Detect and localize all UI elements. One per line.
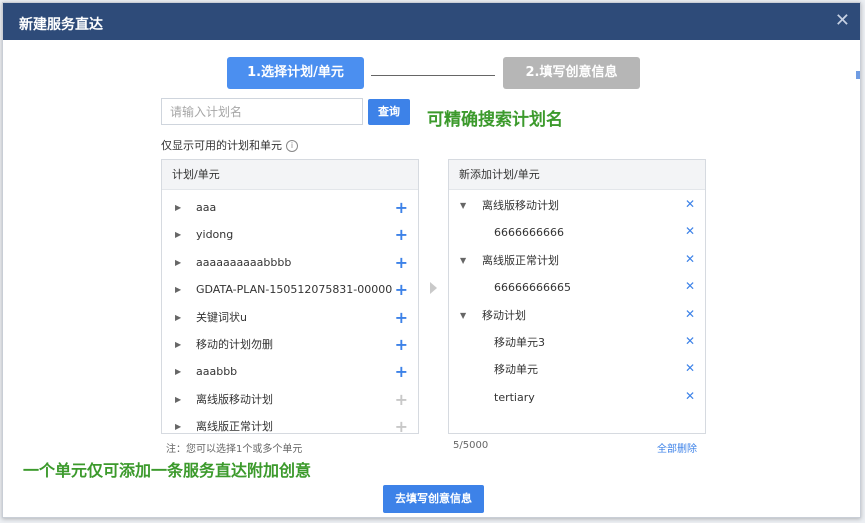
plan-label: aaabbb — [196, 365, 238, 379]
clear-all-link[interactable]: 全部删除 — [657, 440, 697, 455]
expand-arrow-icon[interactable]: ▶ — [175, 331, 181, 358]
added-plan-label: 移动计划 — [482, 308, 526, 322]
added-unit-label: 6666666666 — [494, 226, 564, 240]
search-button[interactable]: 查询 — [368, 99, 410, 125]
selection-note: 注：您可以选择1个或多个单元 — [166, 444, 303, 455]
remove-icon[interactable]: ✕ — [685, 302, 695, 326]
added-unit-item: 移动单元3 ✕ — [449, 331, 705, 358]
expand-arrow-icon[interactable]: ▶ — [175, 304, 181, 331]
expand-arrow-icon[interactable]: ▶ — [175, 413, 181, 433]
added-unit-item: 66666666665 ✕ — [449, 276, 705, 303]
plan-search-input[interactable] — [161, 98, 363, 125]
dialog-title-bar: 新建服务直达 ✕ — [3, 3, 860, 40]
plan-unit-list-panel: 计划/单元 ▶ aaa + ▶ yidong + ▶ aaaaaaaaaabbb… — [161, 159, 419, 434]
add-plus-icon[interactable]: + — [395, 304, 408, 331]
add-plus-icon[interactable]: + — [395, 358, 408, 385]
remove-icon[interactable]: ✕ — [685, 356, 695, 380]
expand-arrow-icon[interactable]: ▶ — [175, 386, 181, 413]
add-plus-icon[interactable]: + — [395, 276, 408, 303]
remove-icon[interactable]: ✕ — [685, 219, 695, 243]
collapse-arrow-icon[interactable]: ▼ — [460, 249, 466, 273]
added-unit-item: tertiary ✕ — [449, 386, 705, 413]
plan-list-item[interactable]: ▶ 关键词状u + — [162, 304, 418, 331]
right-panel-header: 新添加计划/单元 — [449, 160, 705, 190]
added-plan-item: ▼ 离线版移动计划 ✕ — [449, 194, 705, 221]
plan-list-item[interactable]: ▶ 离线版正常计划 + — [162, 413, 418, 434]
remove-icon[interactable]: ✕ — [685, 192, 695, 216]
added-plan-label: 离线版正常计划 — [482, 253, 559, 267]
plan-label: aaaaaaaaaabbbb — [196, 255, 292, 269]
plan-label: 移动的计划勿删 — [196, 337, 273, 351]
step-1-select-plan[interactable]: 1.选择计划/单元 — [227, 57, 364, 89]
added-plan-item: ▼ 离线版正常计划 ✕ — [449, 249, 705, 276]
expand-arrow-icon[interactable]: ▶ — [175, 358, 181, 385]
remove-icon[interactable]: ✕ — [685, 274, 695, 298]
plan-label: aaa — [196, 201, 217, 214]
info-icon[interactable]: i — [286, 140, 298, 152]
edge-marker — [856, 71, 860, 79]
plan-list-item[interactable]: ▶ aaa + — [162, 194, 418, 221]
added-plan-item: ▼ 移动计划 ✕ — [449, 304, 705, 331]
remove-icon[interactable]: ✕ — [685, 329, 695, 353]
added-count: 5/5000 — [453, 440, 489, 451]
remove-icon[interactable]: ✕ — [685, 247, 695, 271]
plan-list-item[interactable]: ▶ GDATA-PLAN-150512075831-00000 + — [162, 276, 418, 303]
added-unit-label: 移动单元 — [494, 363, 538, 377]
step-connector — [371, 75, 495, 76]
expand-arrow-icon[interactable]: ▶ — [175, 221, 181, 248]
plan-list-item[interactable]: ▶ 离线版移动计划 + — [162, 386, 418, 413]
added-unit-item: 移动单元 ✕ — [449, 358, 705, 385]
added-plan-label: 离线版移动计划 — [482, 199, 559, 212]
search-hint-annotation: 可精确搜索计划名 — [427, 110, 563, 130]
plan-label: 离线版移动计划 — [196, 392, 273, 406]
plan-label: yidong — [196, 228, 234, 242]
add-plus-icon[interactable]: + — [395, 194, 408, 221]
step-2-fill-creative[interactable]: 2.填写创意信息 — [503, 57, 640, 89]
filter-available-label: 仅显示可用的计划和单元 i — [161, 137, 298, 153]
next-fill-creative-button[interactable]: 去填写创意信息 — [383, 485, 484, 513]
added-unit-label: 66666666665 — [494, 281, 571, 295]
filter-label-text: 仅显示可用的计划和单元 — [161, 139, 282, 152]
added-plan-unit-panel: 新添加计划/单元 ▼ 离线版移动计划 ✕ 6666666666 ✕ ▼ 离线版正… — [448, 159, 706, 434]
collapse-arrow-icon[interactable]: ▼ — [460, 194, 466, 218]
add-plus-icon[interactable]: + — [395, 221, 408, 248]
transfer-arrow-icon — [430, 282, 437, 294]
plan-label: 关键词状u — [196, 310, 247, 324]
expand-arrow-icon[interactable]: ▶ — [175, 194, 181, 221]
plan-list-item[interactable]: ▶ yidong + — [162, 221, 418, 248]
plan-list: ▶ aaa + ▶ yidong + ▶ aaaaaaaaaabbbb + ▶ … — [162, 190, 418, 434]
expand-arrow-icon[interactable]: ▶ — [175, 249, 181, 276]
plan-list-item[interactable]: ▶ aaabbb + — [162, 358, 418, 385]
plan-label: GDATA-PLAN-150512075831-00000 — [196, 283, 393, 297]
add-plus-icon[interactable]: + — [395, 331, 408, 358]
plan-list-item[interactable]: ▶ aaaaaaaaaabbbb + — [162, 249, 418, 276]
add-plus-icon-disabled: + — [394, 417, 408, 434]
plan-list-item[interactable]: ▶ 移动的计划勿删 + — [162, 331, 418, 358]
added-list: ▼ 离线版移动计划 ✕ 6666666666 ✕ ▼ 离线版正常计划 ✕ 666… — [449, 190, 705, 413]
add-plus-icon[interactable]: + — [395, 249, 408, 276]
close-icon[interactable]: ✕ — [835, 10, 850, 31]
added-unit-item: 6666666666 ✕ — [449, 221, 705, 248]
collapse-arrow-icon[interactable]: ▼ — [460, 304, 466, 328]
left-panel-header: 计划/单元 — [162, 160, 418, 190]
add-plus-icon-disabled: + — [394, 389, 408, 409]
unit-limit-annotation: 一个单元仅可添加一条服务直达附加创意 — [23, 461, 312, 480]
new-service-dialog: 新建服务直达 ✕ 1.选择计划/单元 2.填写创意信息 查询 可精确搜索计划名 … — [2, 2, 861, 518]
added-unit-label: tertiary — [494, 390, 535, 404]
plan-label: 离线版正常计划 — [196, 420, 273, 434]
added-unit-label: 移动单元3 — [494, 335, 545, 349]
dialog-title: 新建服务直达 — [19, 17, 103, 33]
expand-arrow-icon[interactable]: ▶ — [175, 276, 181, 303]
remove-icon[interactable]: ✕ — [685, 384, 695, 408]
